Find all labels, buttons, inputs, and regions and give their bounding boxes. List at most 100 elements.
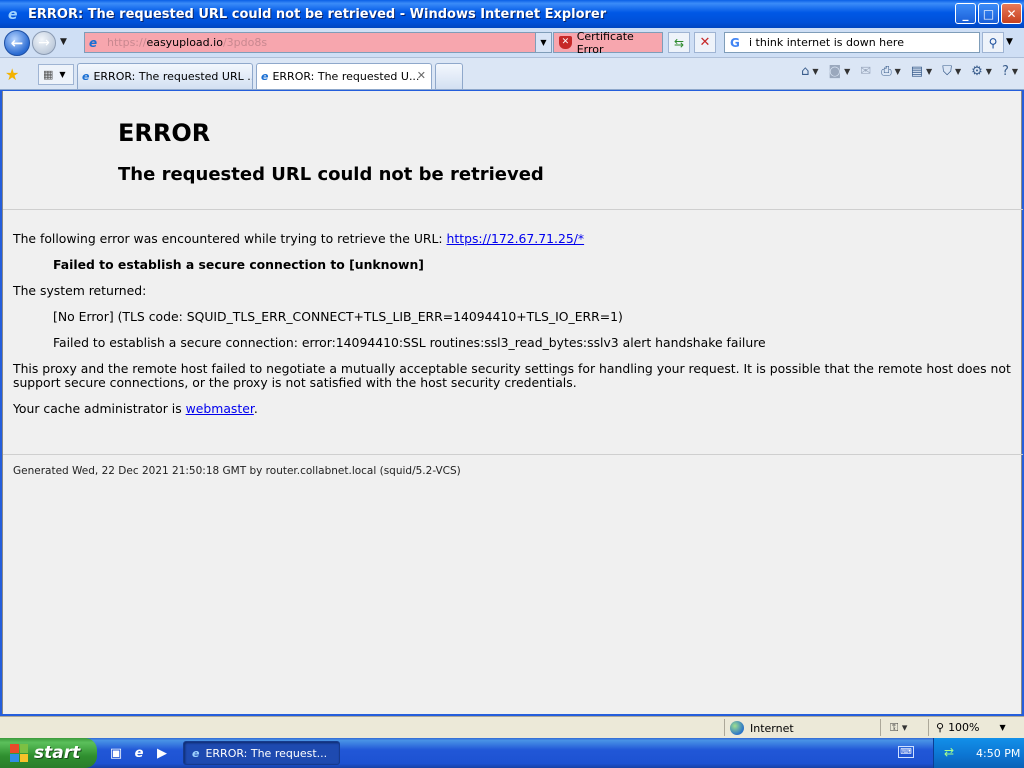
zone-label: Internet xyxy=(750,721,794,735)
feeds-button[interactable]: ◙ ▼ xyxy=(829,64,851,79)
page-menu-button[interactable]: ▤ ▼ xyxy=(911,64,932,79)
windows-logo-icon xyxy=(10,744,28,762)
keyboard-icon[interactable]: ⌨ xyxy=(898,746,914,758)
search-input[interactable]: G i think internet is down here xyxy=(724,32,980,53)
ie-page-icon: e xyxy=(261,70,269,83)
error-heading: ERROR xyxy=(118,119,211,147)
chevron-down-icon[interactable]: ▼ xyxy=(1000,723,1006,732)
start-button[interactable]: start xyxy=(0,738,97,768)
status-divider xyxy=(880,719,881,736)
quick-launch: ▣ e ▶ xyxy=(108,745,170,761)
search-icon: ⚲ xyxy=(988,35,998,50)
address-input[interactable]: e https://easyupload.io/3pdo8s ▼ xyxy=(84,32,552,53)
maximize-button[interactable]: □ xyxy=(978,3,999,24)
tab-error-1[interactable]: e ERROR: The requested URL ... xyxy=(77,63,253,89)
explorer-icon[interactable]: ▣ xyxy=(108,745,124,761)
rss-icon: ◙ xyxy=(828,64,842,79)
close-tab-icon[interactable]: ✕ xyxy=(417,69,426,82)
svg-text:e: e xyxy=(8,7,18,22)
error-failed-message: Failed to establish a secure connection … xyxy=(53,257,424,272)
error-intro: The following error was encountered whil… xyxy=(13,231,585,246)
status-divider xyxy=(724,719,725,736)
certificate-error-label: Certificate Error xyxy=(576,29,634,56)
forward-button[interactable]: → xyxy=(32,31,56,55)
arrow-left-icon: ← xyxy=(10,34,24,52)
error-url-link[interactable]: https://172.67.71.25/* xyxy=(447,231,585,246)
globe-icon xyxy=(730,721,744,735)
certificate-error-button[interactable]: ✕ Certificate Error xyxy=(553,29,663,56)
mail-icon: ✉ xyxy=(860,64,872,79)
tab-row: ★ ▦ ▼ e ERROR: The requested URL ... e E… xyxy=(0,58,1024,90)
refresh-icon: ⇆ xyxy=(673,35,685,50)
network-icon[interactable]: ⇄ xyxy=(944,745,960,761)
generated-footer: Generated Wed, 22 Dec 2021 21:50:18 GMT … xyxy=(13,465,461,477)
ie-logo-icon: e xyxy=(6,6,22,23)
error-body: The following error was encountered whil… xyxy=(13,232,1013,428)
history-dropdown-icon[interactable]: ▼ xyxy=(60,37,67,47)
search-button[interactable]: ⚲ xyxy=(982,32,1004,53)
print-button[interactable]: ⎙ ▼ xyxy=(881,64,901,79)
chevron-down-icon[interactable]: ▼ xyxy=(1012,67,1018,76)
tab-list-dropdown-icon[interactable]: ▼ xyxy=(59,70,65,79)
chevron-down-icon[interactable]: ▼ xyxy=(844,67,850,76)
back-button[interactable]: ← xyxy=(4,30,30,56)
start-label: start xyxy=(34,743,81,763)
stop-button[interactable]: ✕ xyxy=(694,32,716,53)
protected-mode-icon[interactable]: ⚿ ▾ xyxy=(890,721,907,735)
page-content: ERROR The requested URL could not be ret… xyxy=(2,91,1023,714)
safety-menu-button[interactable]: ⛉ ▼ xyxy=(942,64,961,79)
system-tray: ⇄ 4:50 PM xyxy=(933,738,1024,768)
favorites-star-icon[interactable]: ★ xyxy=(5,65,19,84)
arrow-right-icon: → xyxy=(38,35,50,51)
error-explanation: This proxy and the remote host failed to… xyxy=(13,361,1011,390)
chevron-down-icon[interactable]: ▼ xyxy=(812,67,818,76)
address-dropdown-icon[interactable]: ▼ xyxy=(535,33,551,52)
command-bar: ⌂ ▼ ◙ ▼ ✉ ⎙ ▼ ▤ ▼ ⛉ ▼ ⚙ ▼ ? ▼ xyxy=(801,64,1018,79)
error-subheading: The requested URL could not be retrieved xyxy=(118,164,544,185)
chevron-down-icon[interactable]: ▼ xyxy=(926,67,932,76)
ie-page-icon: e xyxy=(82,70,90,83)
chevron-down-icon[interactable]: ▼ xyxy=(895,67,901,76)
google-icon: G xyxy=(730,35,740,50)
read-mail-button[interactable]: ✉ xyxy=(860,64,871,79)
tab-label: ERROR: The requested U... xyxy=(272,70,420,83)
home-button[interactable]: ⌂ ▼ xyxy=(801,64,818,79)
ie-icon[interactable]: e xyxy=(131,745,147,761)
footer-divider xyxy=(3,454,1023,455)
zoom-magnifier-icon: ⚲ xyxy=(936,721,945,734)
quick-tabs-button[interactable]: ▦ ▼ xyxy=(38,64,74,85)
page-icon: ▤ xyxy=(910,64,924,79)
zoom-control[interactable]: ⚲ 100% ▼ xyxy=(936,721,1006,734)
gear-icon: ⚙ xyxy=(971,64,983,79)
chevron-down-icon[interactable]: ▼ xyxy=(955,67,961,76)
minimize-button[interactable]: _ xyxy=(955,3,976,24)
task-item-label: ERROR: The request... xyxy=(205,746,328,760)
tab-error-2-active[interactable]: e ERROR: The requested U... ✕ xyxy=(256,63,432,89)
status-divider xyxy=(928,719,929,736)
security-zone[interactable]: Internet xyxy=(730,721,794,735)
taskbar: start ▣ e ▶ e ERROR: The request... ⌨ ⇄ … xyxy=(0,738,1024,768)
title-bar: e ERROR: The requested URL could not be … xyxy=(0,0,1024,28)
media-player-icon[interactable]: ▶ xyxy=(154,745,170,761)
taskbar-ie-window[interactable]: e ERROR: The request... xyxy=(183,741,340,765)
chevron-down-icon[interactable]: ▼ xyxy=(986,67,992,76)
stop-icon: ✕ xyxy=(699,35,711,50)
address-url: https://easyupload.io/3pdo8s xyxy=(107,36,268,49)
status-bar: Internet ⚿ ▾ ⚲ 100% ▼ xyxy=(0,716,1024,738)
shield-error-icon: ✕ xyxy=(559,36,572,49)
close-button[interactable]: ✕ xyxy=(1001,3,1022,24)
refresh-button[interactable]: ⇆ xyxy=(668,32,690,53)
webmaster-link[interactable]: webmaster xyxy=(186,401,254,416)
error-header: ERROR The requested URL could not be ret… xyxy=(3,91,1023,210)
tls-code-message: [No Error] (TLS code: SQUID_TLS_ERR_CONN… xyxy=(53,309,623,324)
tab-label: ERROR: The requested URL ... xyxy=(93,70,253,83)
cache-admin-line: Your cache administrator is webmaster. xyxy=(13,401,258,416)
search-options-dropdown-icon[interactable]: ▼ xyxy=(1006,37,1013,47)
window-title: ERROR: The requested URL could not be re… xyxy=(28,6,607,22)
clock[interactable]: 4:50 PM xyxy=(976,747,1020,760)
zoom-level: 100% xyxy=(948,721,980,734)
help-menu-button[interactable]: ? ▼ xyxy=(1002,64,1018,79)
new-tab-button[interactable] xyxy=(435,63,463,89)
system-returned-label: The system returned: xyxy=(13,283,147,298)
tools-menu-button[interactable]: ⚙ ▼ xyxy=(971,64,992,79)
